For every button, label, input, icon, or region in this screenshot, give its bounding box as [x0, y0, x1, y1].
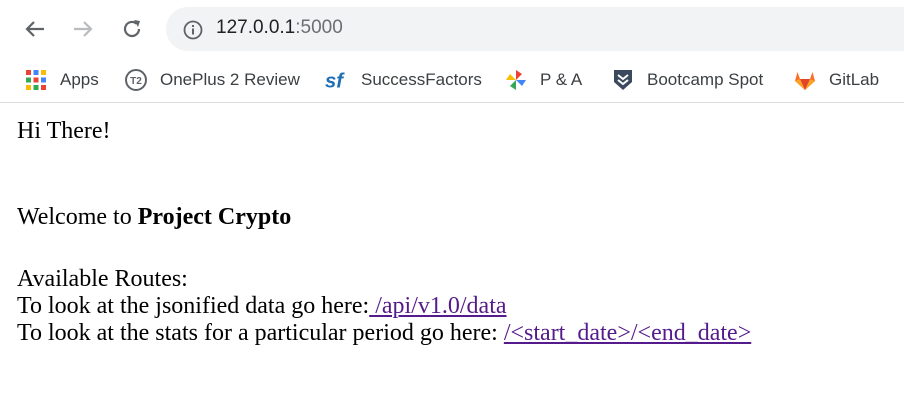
bookmark-bootcamp-spot[interactable]: Bootcamp Spot: [611, 67, 763, 93]
reload-button[interactable]: [117, 14, 147, 44]
info-icon[interactable]: [182, 19, 204, 41]
welcome-line: Welcome to Project Crypto: [17, 204, 751, 230]
reload-icon: [123, 20, 141, 38]
bookmark-label: Bootcamp Spot: [647, 70, 764, 89]
t2-icon: T2: [124, 68, 148, 92]
page-content: Hi There! Welcome to Project Crypto Avai…: [17, 118, 751, 346]
shield-chevron-icon: [611, 68, 635, 92]
bookmark-label: Apps: [60, 70, 99, 89]
bookmark-label: P & A: [540, 70, 583, 89]
apps-grid-icon: [24, 68, 48, 92]
bookmark-p-and-a[interactable]: P & A: [504, 67, 582, 93]
svg-text:sf: sf: [325, 70, 345, 92]
forward-button[interactable]: [68, 14, 98, 44]
project-name: Project Crypto: [137, 204, 292, 230]
svg-text:T2: T2: [130, 76, 142, 87]
route-description: To look at the stats for a particular pe…: [17, 320, 504, 346]
url-port: :5000: [295, 17, 343, 38]
welcome-prefix: Welcome to: [17, 204, 138, 230]
back-button[interactable]: [20, 14, 50, 44]
bookmarks-bar: Apps T2 OnePlus 2 Review sf SuccessFacto…: [0, 58, 904, 103]
routes-heading: Available Routes:: [17, 266, 188, 292]
url-host: 127.0.0.1: [216, 17, 296, 38]
url-text[interactable]: 127.0.0.1:5000: [216, 17, 343, 39]
api-data-link[interactable]: /api/v1.0/data: [369, 293, 506, 319]
bookmark-successfactors[interactable]: sf SuccessFactors: [325, 67, 482, 93]
bookmark-apps[interactable]: Apps: [24, 67, 99, 93]
back-arrow-icon: [25, 21, 44, 37]
sf-icon: sf: [325, 68, 349, 92]
greeting-text: Hi There!: [17, 118, 111, 144]
gitlab-icon: [793, 68, 817, 92]
route-line-stats: To look at the stats for a particular pe…: [17, 320, 751, 346]
route-line-data: To look at the jsonified data go here: /…: [17, 293, 751, 319]
route-description: To look at the jsonified data go here:: [17, 293, 370, 319]
forward-arrow-icon: [74, 21, 93, 37]
bookmark-label: SuccessFactors: [361, 70, 482, 89]
browser-toolbar: 127.0.0.1:5000: [0, 0, 904, 58]
bookmark-label: OnePlus 2 Review: [160, 70, 300, 89]
bookmark-gitlab[interactable]: GitLab: [793, 67, 879, 93]
bookmark-oneplus[interactable]: T2 OnePlus 2 Review: [124, 67, 300, 93]
pinwheel-icon: [504, 68, 528, 92]
bookmark-label: GitLab: [829, 70, 880, 89]
date-range-link[interactable]: /<start_date>/<end_date>: [504, 320, 751, 346]
